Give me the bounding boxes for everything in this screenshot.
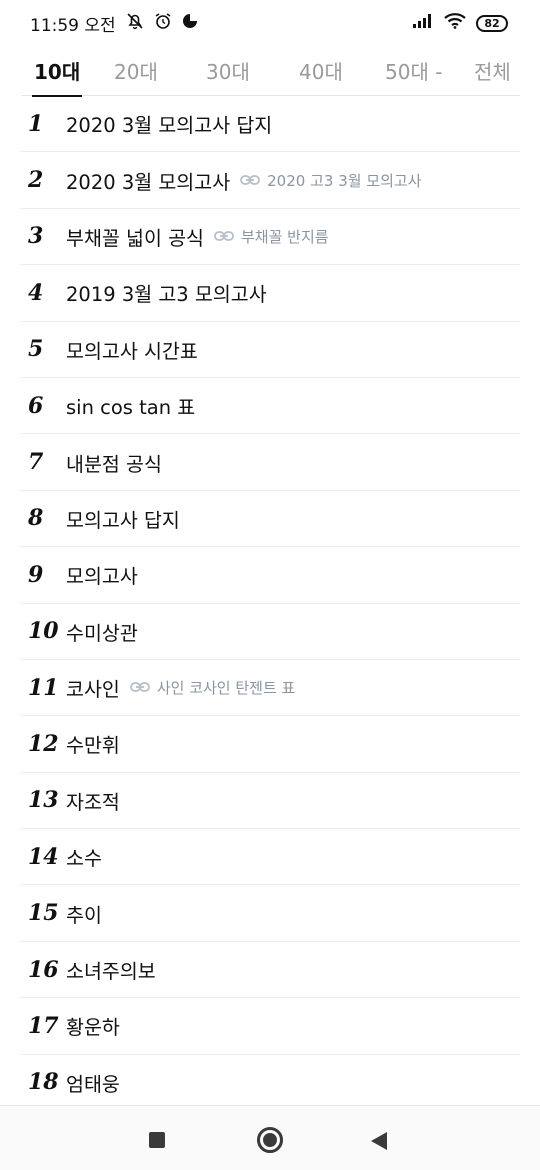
rank-number: 1: [28, 110, 44, 137]
keyword-label[interactable]: 황운하: [66, 1011, 120, 1040]
recent-apps-icon[interactable]: [149, 1132, 165, 1148]
status-time: 11:59 오전: [30, 15, 116, 36]
keyword-label[interactable]: 모의고사: [66, 560, 138, 589]
ranking-row[interactable]: 5 모의고사 시간표: [20, 322, 520, 378]
battery-indicator: 82: [476, 14, 508, 32]
ranking-row[interactable]: 12 수만휘: [20, 716, 520, 773]
rank-number: 13: [28, 787, 59, 814]
rank-number: 7: [28, 449, 44, 476]
rank-number: 3: [28, 223, 44, 250]
home-icon[interactable]: [257, 1127, 283, 1153]
rank-number: 17: [28, 1012, 59, 1039]
tab-40s[interactable]: 40대: [299, 46, 343, 96]
wifi-icon: [444, 12, 466, 34]
keyword-label[interactable]: 엄태웅: [66, 1068, 120, 1097]
rank-number: 10: [28, 618, 59, 645]
keyword-label[interactable]: 모의고사 답지: [66, 504, 180, 533]
rank-number: 12: [28, 730, 59, 757]
back-icon[interactable]: [371, 1132, 387, 1150]
status-bar: 11:59 오전 82: [0, 0, 540, 46]
rank-number: 11: [28, 674, 59, 701]
ranking-row[interactable]: 16 소녀주의보: [20, 942, 520, 999]
tab-50s-plus[interactable]: 50대 -: [385, 46, 442, 96]
related-keyword[interactable]: 사인 코사인 탄젠트 표: [129, 677, 296, 698]
related-keyword-label: 사인 코사인 탄젠트 표: [156, 679, 296, 698]
navigation-bar: [0, 1105, 540, 1170]
tab-30s[interactable]: 30대: [206, 46, 250, 96]
link-icon: [214, 227, 241, 246]
link-icon: [129, 678, 157, 697]
rank-number: 14: [28, 843, 59, 870]
tab-all[interactable]: 전체: [474, 46, 511, 96]
ranking-row[interactable]: 6 sin cos tan 표: [20, 378, 520, 435]
keyword-label[interactable]: 부채꼴 넓이 공식: [66, 222, 204, 251]
ranking-row[interactable]: 13 자조적: [20, 773, 520, 830]
ranking-row[interactable]: 8 모의고사 답지: [20, 491, 520, 548]
keyword-label[interactable]: 2019 3월 고3 모의고사: [66, 278, 267, 307]
rank-number: 18: [28, 1069, 59, 1096]
ranking-row[interactable]: 1 2020 3월 모의고사 답지: [20, 96, 520, 153]
keyword-label[interactable]: 추이: [66, 899, 102, 928]
ranking-row[interactable]: 18 엄태웅: [20, 1055, 520, 1112]
ranking-row[interactable]: 11 코사인 사인 코사인 탄젠트 표: [20, 660, 520, 717]
rank-number: 2: [28, 167, 44, 194]
keyword-label[interactable]: 소녀주의보: [66, 955, 156, 984]
ranking-row[interactable]: 14 소수: [20, 829, 520, 886]
rank-number: 5: [28, 336, 44, 363]
rank-number: 15: [28, 900, 59, 927]
ranking-row[interactable]: 4 2019 3월 고3 모의고사: [20, 265, 520, 322]
ranking-row[interactable]: 9 모의고사: [20, 547, 520, 604]
keyword-label[interactable]: 모의고사 시간표: [66, 335, 198, 364]
status-left: 11:59 오전: [30, 11, 198, 36]
ranking-row[interactable]: 2 2020 3월 모의고사 2020 고3 3월 모의고사: [20, 152, 520, 209]
alarm-icon: [154, 12, 172, 34]
ranking-row[interactable]: 7 내분점 공식: [20, 434, 520, 491]
ranking-list: 1 2020 3월 모의고사 답지 2 2020 3월 모의고사 2020 고3 3월 …: [20, 96, 520, 1112]
keyword-label[interactable]: 2020 3월 모의고사 답지: [66, 109, 272, 138]
keyword-label[interactable]: 코사인: [66, 673, 120, 702]
rank-number: 6: [28, 392, 44, 419]
ranking-row[interactable]: 3 부채꼴 넓이 공식 부채꼴 반지름: [20, 209, 520, 266]
rank-number: 8: [28, 505, 44, 532]
tab-10s[interactable]: 10대: [31, 46, 83, 97]
ranking-row[interactable]: 10 수미상관: [20, 604, 520, 660]
keyword-label[interactable]: sin cos tan 표: [66, 391, 195, 420]
related-keyword[interactable]: 2020 고3 3월 모의고사: [240, 170, 422, 191]
rank-number: 16: [28, 956, 59, 983]
signal-icon: [412, 13, 434, 34]
mute-icon: [126, 12, 144, 34]
rank-number: 4: [28, 279, 44, 306]
age-tabs: 10대 20대 30대 40대 50대 - 전체: [22, 46, 520, 97]
keyword-label[interactable]: 수만휘: [66, 729, 120, 758]
status-right: 82: [412, 12, 508, 34]
related-keyword[interactable]: 부채꼴 반지름: [214, 226, 329, 247]
tab-20s[interactable]: 20대: [114, 46, 158, 96]
link-icon: [240, 171, 267, 190]
keyword-label[interactable]: 수미상관: [66, 617, 138, 646]
keyword-label[interactable]: 소수: [66, 842, 102, 871]
related-keyword-label: 2020 고3 3월 모의고사: [267, 171, 422, 190]
keyword-label[interactable]: 내분점 공식: [66, 448, 162, 477]
rank-number: 9: [28, 561, 44, 588]
ranking-row[interactable]: 15 추이: [20, 885, 520, 942]
app-notification-icon: [182, 13, 198, 33]
ranking-row[interactable]: 17 황운하: [20, 998, 520, 1055]
keyword-label[interactable]: 자조적: [66, 786, 120, 815]
related-keyword-label: 부채꼴 반지름: [240, 227, 329, 246]
keyword-label[interactable]: 2020 3월 모의고사: [66, 166, 230, 195]
